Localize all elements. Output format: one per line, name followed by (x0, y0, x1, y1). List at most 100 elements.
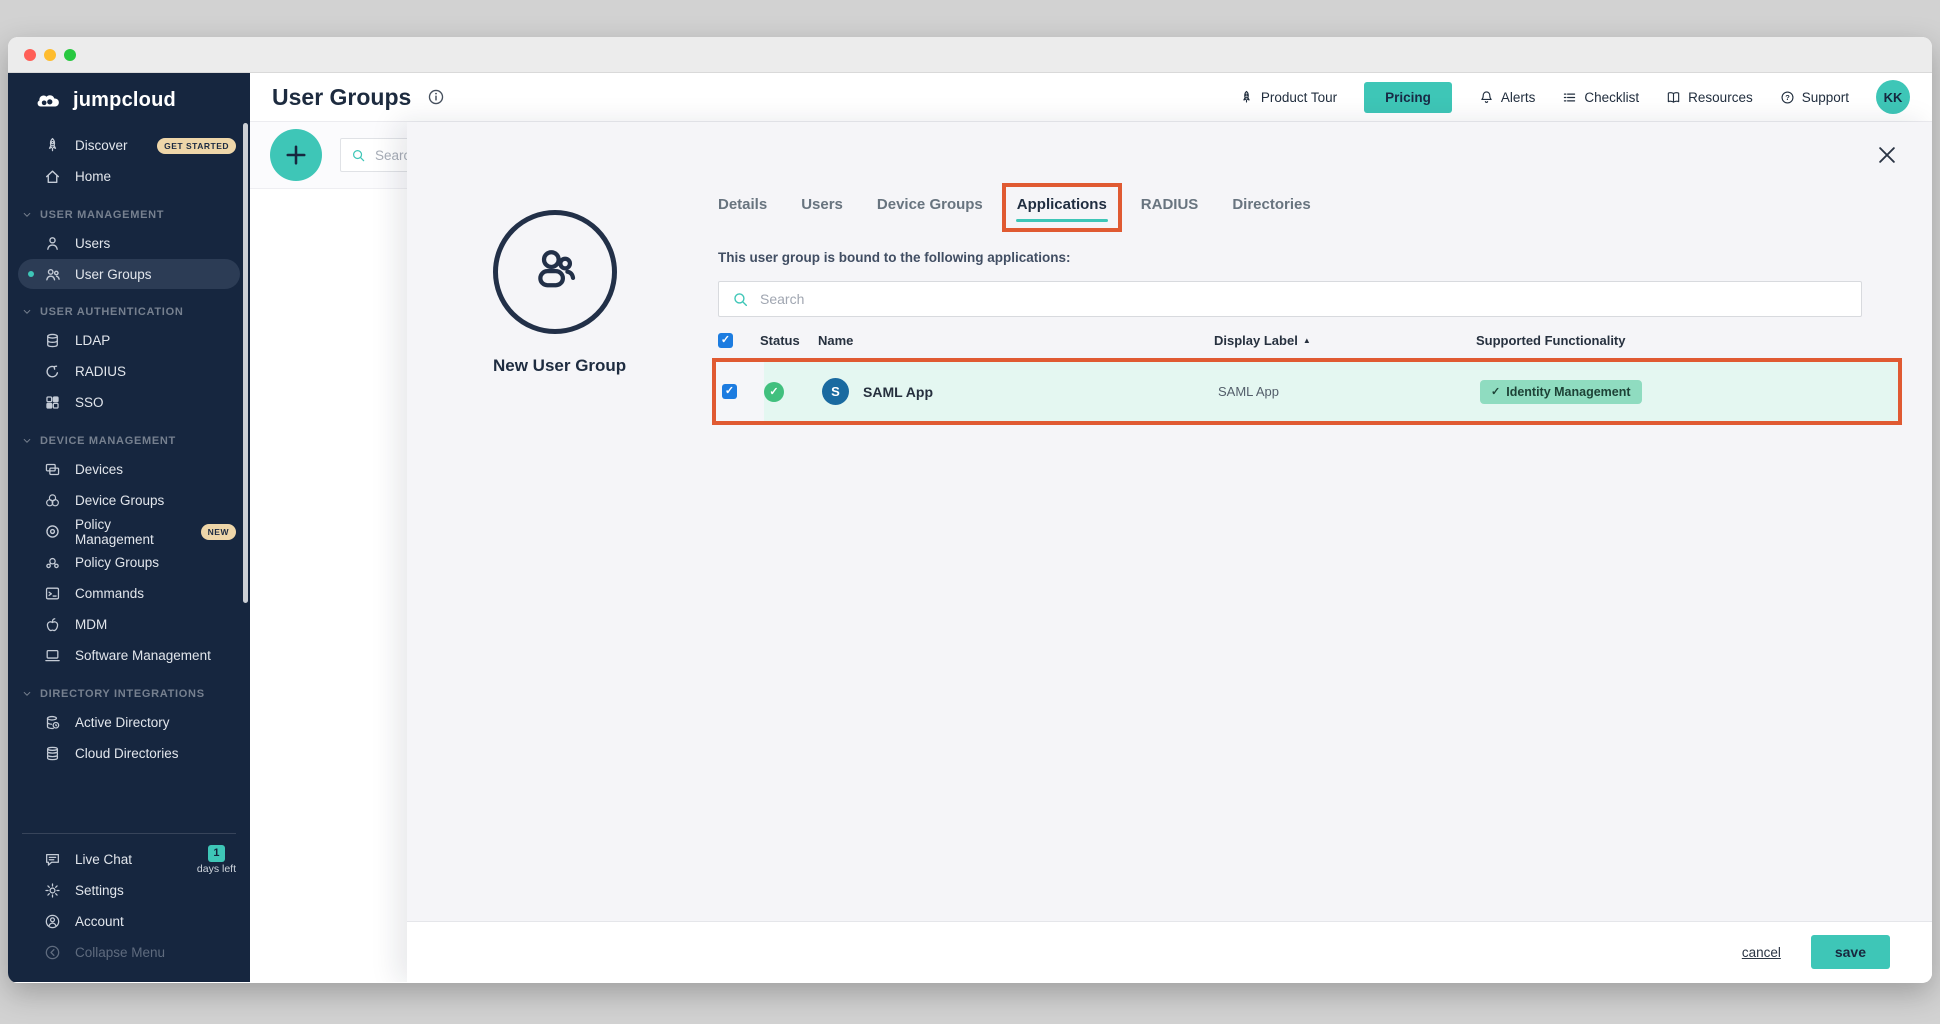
close-window-button[interactable] (24, 49, 36, 61)
minimize-window-button[interactable] (44, 49, 56, 61)
sidebar-item-user-groups[interactable]: User Groups (18, 259, 240, 289)
user-avatar[interactable]: KK (1876, 80, 1910, 114)
table-header-row: Status Name Display Label ▲ Supported Fu… (718, 333, 1862, 358)
sidebar-item-label: Account (75, 914, 124, 929)
product-tour-label: Product Tour (1261, 90, 1337, 105)
sidebar-item-label: Policy Groups (75, 555, 159, 570)
section-directory-integrations[interactable]: DIRECTORY INTEGRATIONS (22, 688, 250, 700)
sidebar-item-users[interactable]: Users (8, 228, 250, 259)
sidebar-item-software-management[interactable]: Software Management (8, 640, 250, 671)
cancel-button[interactable]: cancel (1742, 945, 1781, 960)
page-title: User Groups (272, 84, 411, 111)
database-clock-icon (44, 714, 61, 731)
tab-bar: Details Users Device Groups Applications… (718, 196, 1862, 213)
sidebar-scrollbar[interactable] (243, 123, 248, 603)
user-group-detail-panel: New User Group Details Users Device Grou… (407, 122, 1932, 982)
group-name: New User Group (493, 356, 617, 376)
section-label: DEVICE MANAGEMENT (40, 435, 176, 447)
sidebar-item-devices[interactable]: Devices (8, 454, 250, 485)
support-label: Support (1802, 90, 1849, 105)
sidebar-item-mdm[interactable]: MDM (8, 609, 250, 640)
checklist-button[interactable]: Checklist (1562, 90, 1639, 105)
zoom-window-button[interactable] (64, 49, 76, 61)
sidebar-item-policy-groups[interactable]: Policy Groups (8, 547, 250, 578)
chevron-down-icon (22, 307, 32, 317)
info-icon[interactable] (427, 88, 445, 106)
sidebar-item-account[interactable]: Account (8, 906, 250, 937)
tab-details[interactable]: Details (718, 196, 767, 213)
sidebar-item-label: Discover (75, 138, 128, 153)
sidebar-item-collapse-menu[interactable]: Collapse Menu (8, 937, 250, 968)
column-header-display-label[interactable]: Display Label ▲ (1214, 333, 1476, 348)
resources-button[interactable]: Resources (1666, 90, 1753, 105)
close-panel-button[interactable] (1876, 144, 1898, 166)
bound-applications-description: This user group is bound to the followin… (718, 250, 1862, 265)
column-header-name[interactable]: Name (818, 333, 1214, 348)
sidebar-item-radius[interactable]: RADIUS (8, 356, 250, 387)
save-button[interactable]: save (1811, 935, 1890, 969)
gear-icon (44, 882, 61, 899)
applications-search-input[interactable] (760, 291, 1848, 307)
sidebar-item-sso[interactable]: SSO (8, 387, 250, 418)
arrow-left-circle-icon (44, 944, 61, 961)
display-label-text: Display Label (1214, 333, 1298, 348)
sidebar-item-cloud-directories[interactable]: Cloud Directories (8, 738, 250, 769)
stacked-database-icon (44, 745, 61, 762)
user-icon (44, 235, 61, 252)
sidebar-item-label: LDAP (75, 333, 110, 348)
tab-applications-label: Applications (1017, 196, 1107, 213)
sidebar-item-label: Active Directory (75, 715, 170, 730)
sidebar-item-label: RADIUS (75, 364, 126, 379)
brand-name: jumpcloud (73, 89, 176, 112)
radius-dial-icon (44, 363, 61, 380)
tab-directories[interactable]: Directories (1232, 196, 1310, 213)
row-checkbox[interactable] (722, 384, 737, 399)
tab-applications[interactable]: Applications (1017, 196, 1107, 213)
sidebar-item-label: Policy Management (75, 517, 187, 547)
row-display-label: SAML App (1218, 384, 1480, 399)
panel-content: Details Users Device Groups Applications… (718, 122, 1862, 425)
select-all-checkbox[interactable] (718, 333, 733, 348)
sidebar-item-home[interactable]: Home (8, 161, 250, 192)
alerts-button[interactable]: Alerts (1479, 90, 1536, 105)
section-device-management[interactable]: DEVICE MANAGEMENT (22, 435, 250, 447)
user-group-icon (44, 266, 61, 283)
tab-radius[interactable]: RADIUS (1141, 196, 1199, 213)
column-header-status[interactable]: Status (760, 333, 818, 348)
search-icon (351, 148, 366, 163)
add-user-group-button[interactable] (270, 129, 322, 181)
bell-icon (1479, 90, 1494, 105)
sidebar-item-settings[interactable]: Settings (8, 875, 250, 906)
sidebar-item-label: Settings (75, 883, 124, 898)
applications-search (718, 281, 1862, 317)
applications-table: Status Name Display Label ▲ Supported Fu… (718, 333, 1862, 425)
rocket-icon (44, 137, 61, 154)
support-button[interactable]: Support (1780, 90, 1849, 105)
sidebar: jumpcloud Discover GET STARTED Home US (8, 73, 250, 982)
sidebar-item-ldap[interactable]: LDAP (8, 325, 250, 356)
sidebar-item-commands[interactable]: Commands (8, 578, 250, 609)
header-nav: Product Tour Pricing Alerts Checklist (1239, 80, 1910, 114)
terminal-icon (44, 585, 61, 602)
sidebar-item-device-groups[interactable]: Device Groups (8, 485, 250, 516)
section-user-authentication[interactable]: USER AUTHENTICATION (22, 306, 250, 318)
sidebar-item-discover[interactable]: Discover GET STARTED (8, 130, 250, 161)
sidebar-item-live-chat[interactable]: Live Chat 1 days left (8, 844, 250, 875)
window-titlebar (8, 37, 1932, 73)
table-row[interactable]: S SAML App SAML App Identity Management (716, 362, 1898, 421)
resources-label: Resources (1688, 90, 1753, 105)
section-user-management[interactable]: USER MANAGEMENT (22, 209, 250, 221)
pricing-button[interactable]: Pricing (1364, 82, 1452, 113)
tab-users[interactable]: Users (801, 196, 843, 213)
chevron-down-icon (22, 689, 32, 699)
question-circle-icon (1780, 90, 1795, 105)
sidebar-item-active-directory[interactable]: Active Directory (8, 707, 250, 738)
sidebar-item-label: SSO (75, 395, 104, 410)
home-icon (44, 168, 61, 185)
column-header-supported-functionality[interactable]: Supported Functionality (1476, 333, 1862, 348)
product-tour-button[interactable]: Product Tour (1239, 90, 1337, 105)
days-left-label: days left (197, 863, 236, 875)
tab-device-groups[interactable]: Device Groups (877, 196, 983, 213)
apple-icon (44, 616, 61, 633)
sidebar-item-policy-management[interactable]: Policy Management NEW (8, 516, 250, 547)
